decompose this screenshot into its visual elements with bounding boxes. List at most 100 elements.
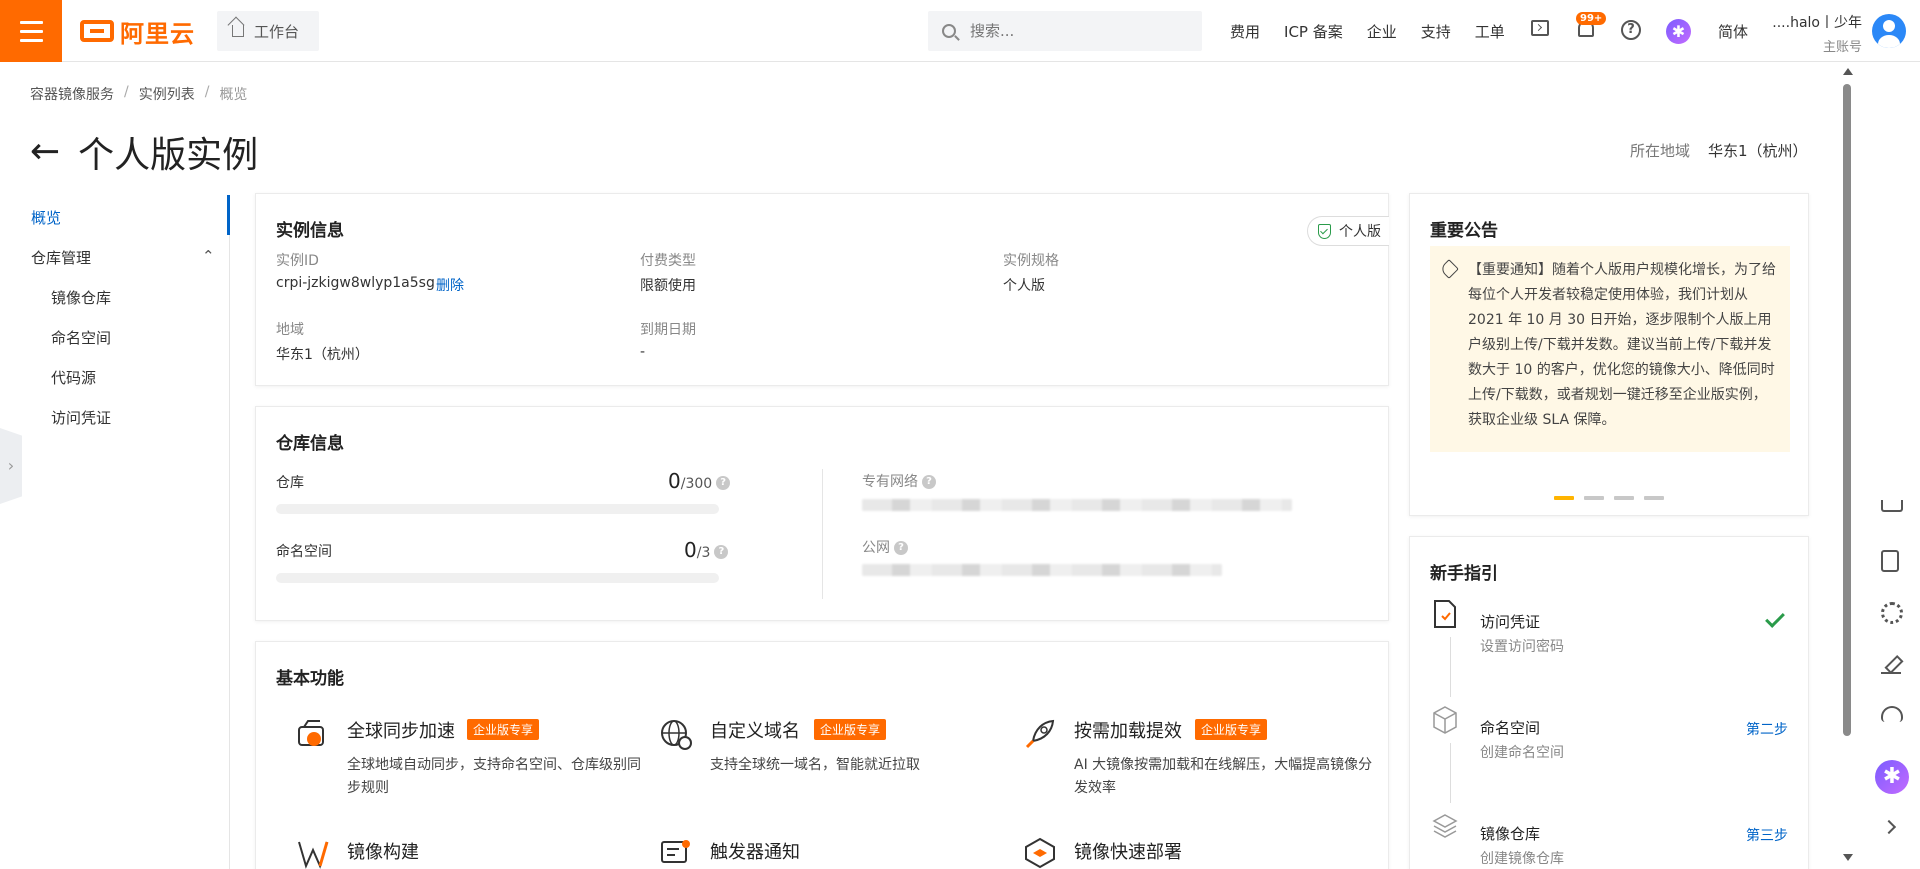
repo-count-label: 仓库 xyxy=(276,475,304,491)
nav-image-repo[interactable]: 镜像仓库 xyxy=(51,287,111,308)
help-circle-icon[interactable]: ? xyxy=(714,544,729,559)
check-icon xyxy=(1765,608,1785,628)
ai-assistant-icon[interactable]: ✱ xyxy=(1666,19,1691,44)
enterprise-only-badge: 企业版专享 xyxy=(467,719,540,740)
help-icon[interactable]: ? xyxy=(1621,20,1641,40)
vpc-label-text: 专有网络 xyxy=(862,474,918,490)
instance-info-card: 实例信息 个人版 实例ID crpi-jzkigw8wlyp1a5sg 删除 付… xyxy=(255,193,1389,386)
carousel-dot[interactable] xyxy=(1614,496,1634,500)
step-number[interactable]: 第二步 xyxy=(1746,719,1788,739)
avatar[interactable] xyxy=(1872,14,1906,48)
back-arrow-icon[interactable]: ← xyxy=(30,134,60,170)
scroll-thumb[interactable] xyxy=(1843,84,1851,736)
carousel-dot[interactable] xyxy=(1584,496,1604,500)
nav-ticket[interactable]: 工单 xyxy=(1475,21,1505,42)
feature-desc: AI 大镜像按需加载和在线解压，大幅提高镜像分发效率 xyxy=(1074,757,1373,796)
carousel-dot[interactable] xyxy=(1554,496,1574,500)
namespace-cube-icon xyxy=(1433,706,1457,734)
expire-value: - xyxy=(640,344,646,360)
search-box[interactable] xyxy=(928,11,1202,51)
step-title[interactable]: 命名空间 xyxy=(1480,717,1540,738)
card-title: 仓库信息 xyxy=(276,434,344,454)
user-account-type: 主账号 xyxy=(1822,40,1862,55)
top-nav: 费用 ICP 备案 企业 支持 工单 xyxy=(1230,0,1529,62)
carousel-dots xyxy=(1554,496,1674,500)
collapse-sidebar-tab[interactable]: › xyxy=(0,428,22,504)
public-label: 公网? xyxy=(862,537,908,557)
chevron-up-icon[interactable]: ⌃ xyxy=(202,247,215,265)
help-circle-icon[interactable]: ? xyxy=(716,475,731,490)
page-title: 个人版实例 xyxy=(78,135,259,176)
help-circle-icon[interactable]: ? xyxy=(894,541,908,555)
notification-badge: 99+ xyxy=(1576,12,1607,25)
nav-enterprise[interactable]: 企业 xyxy=(1367,21,1397,42)
feature-name[interactable]: 按需加载提效 xyxy=(1074,717,1182,743)
gear-icon[interactable] xyxy=(1881,602,1903,624)
nav-repo-management[interactable]: 仓库管理 xyxy=(31,247,91,268)
feature-name[interactable]: 镜像快速部署 xyxy=(1074,838,1182,864)
basic-features-card: 基本功能 全球同步加速 企业版专享 全球地域自动同步，支持命名空间、仓库级别同步… xyxy=(255,641,1389,869)
hamburger-menu-button[interactable] xyxy=(0,0,62,62)
step-number[interactable]: 第三步 xyxy=(1746,825,1788,845)
ai-assistant-float-icon[interactable]: ✱ xyxy=(1875,760,1909,794)
feature-name[interactable]: 自定义域名 xyxy=(710,717,800,743)
nav-code-source[interactable]: 代码源 xyxy=(51,367,96,388)
search-input[interactable] xyxy=(970,22,1170,40)
card-title: 基本功能 xyxy=(276,669,344,689)
vpc-address-redacted xyxy=(862,499,1292,511)
cart-icon[interactable] xyxy=(1881,500,1903,512)
nav-namespace[interactable]: 命名空间 xyxy=(51,327,111,348)
namespace-count-label: 命名空间 xyxy=(276,544,332,560)
feature-name[interactable]: 触发器通知 xyxy=(710,838,800,864)
title-row: ← 个人版实例 xyxy=(30,126,258,178)
region-label: 所在地域 xyxy=(1630,142,1691,160)
delete-link[interactable]: 删除 xyxy=(436,275,464,295)
region-info: 所在地域 华东1（杭州） xyxy=(1630,140,1808,161)
aliyun-logo[interactable]: 阿里云 xyxy=(80,14,195,48)
divider xyxy=(822,469,823,599)
feature-name[interactable]: 镜像构建 xyxy=(347,838,419,864)
nav-overview[interactable]: 概览 xyxy=(31,207,61,228)
scroll-up-icon[interactable] xyxy=(1843,68,1853,75)
card-title: 实例信息 xyxy=(276,221,344,241)
namespace-progress-bar xyxy=(276,573,719,583)
scroll-down-icon[interactable] xyxy=(1843,854,1853,861)
vpc-label: 专有网络? xyxy=(862,471,936,491)
step-connector xyxy=(1450,637,1451,697)
workbench-button[interactable]: 工作台 xyxy=(217,11,319,51)
image-build-icon xyxy=(298,841,329,869)
announcement-card: 重要公告 【重要通知】随着个人版用户规模化增长，为了给每位个人开发者较稳定使用体… xyxy=(1409,193,1809,516)
workbench-label: 工作台 xyxy=(254,22,300,41)
step-title[interactable]: 镜像仓库 xyxy=(1480,823,1540,844)
edition-badge: 个人版 xyxy=(1307,216,1389,246)
rocket-icon xyxy=(1025,719,1055,749)
feature-name[interactable]: 全球同步加速 xyxy=(347,717,455,743)
nav-access-credential[interactable]: 访问凭证 xyxy=(51,407,111,428)
step-connector xyxy=(1450,743,1451,803)
region-field-label: 地域 xyxy=(276,322,304,338)
breadcrumb-item[interactable]: 实例列表 xyxy=(139,84,195,104)
instance-id-label: 实例ID xyxy=(276,253,319,269)
chevron-right-icon[interactable] xyxy=(1881,819,1897,835)
public-address-redacted xyxy=(862,564,1222,576)
ns-used: 0 xyxy=(684,538,697,562)
user-name: ....halo丨少年 xyxy=(1772,15,1862,31)
announcement-text: 【重要通知】随着个人版用户规模化增长，为了给每位个人开发者较稳定使用体验，我们计… xyxy=(1468,262,1776,428)
document-icon[interactable] xyxy=(1881,550,1899,572)
breadcrumb-item[interactable]: 容器镜像服务 xyxy=(30,84,114,104)
terminal-icon[interactable] xyxy=(1531,20,1549,36)
user-info[interactable]: ....halo丨少年 主账号 xyxy=(1772,12,1862,55)
enterprise-only-badge: 企业版专享 xyxy=(1195,719,1268,740)
nav-fees[interactable]: 费用 xyxy=(1230,21,1260,42)
page-scrollbar[interactable] xyxy=(1840,62,1854,869)
nav-icp[interactable]: ICP 备案 xyxy=(1284,21,1343,42)
edit-icon[interactable] xyxy=(1881,654,1901,674)
headset-icon[interactable] xyxy=(1881,706,1903,722)
nav-support[interactable]: 支持 xyxy=(1421,21,1451,42)
step-title[interactable]: 访问凭证 xyxy=(1480,611,1540,632)
carousel-dot[interactable] xyxy=(1644,496,1664,500)
help-circle-icon[interactable]: ? xyxy=(922,475,936,489)
region-value: 华东1（杭州） xyxy=(1708,142,1808,160)
trigger-notify-icon xyxy=(661,840,690,863)
language-switch[interactable]: 简体 xyxy=(1718,21,1748,42)
